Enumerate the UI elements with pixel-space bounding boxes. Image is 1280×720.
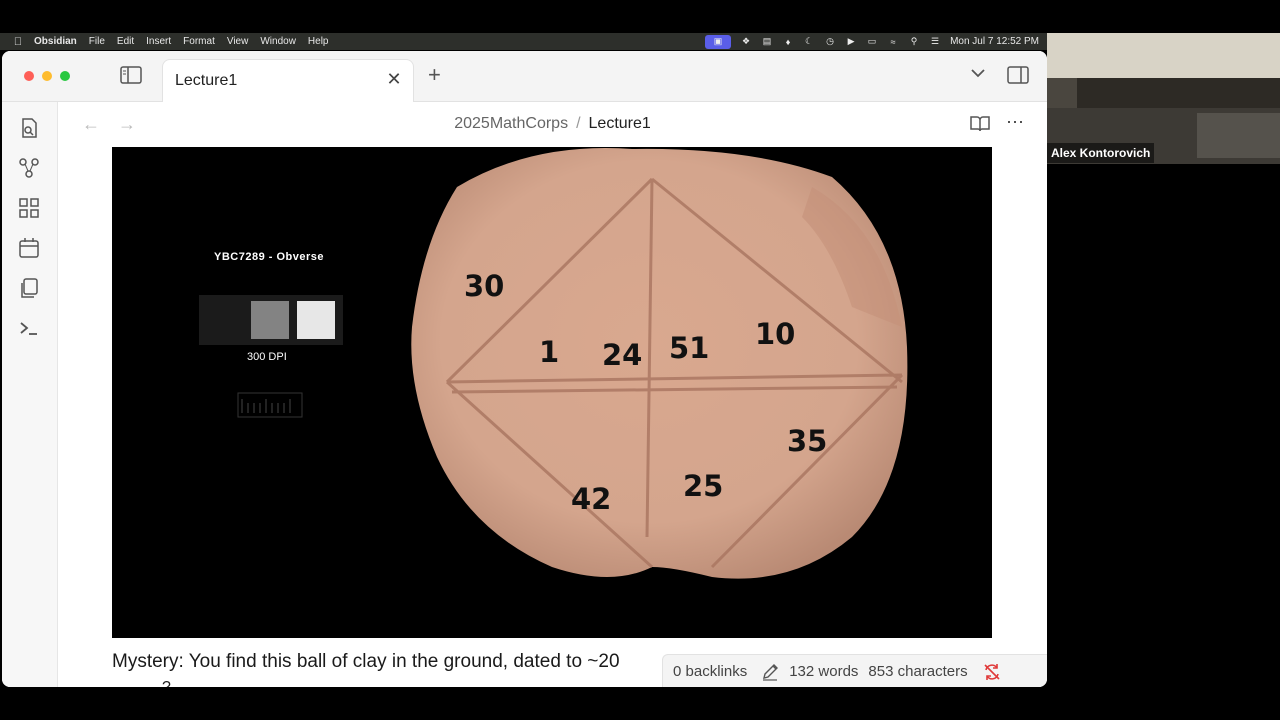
play-icon[interactable]: ▶ — [845, 36, 857, 47]
menu-clock[interactable]: Mon Jul 7 12:52 PM — [950, 36, 1039, 47]
menu-edit[interactable]: Edit — [117, 36, 134, 47]
gray-swatch — [251, 301, 289, 339]
clay-tablet-drawing — [237, 148, 908, 579]
pencil-icon[interactable] — [761, 663, 779, 681]
moon-icon[interactable]: ☾ — [803, 36, 815, 47]
menu-bar:  Obsidian File Edit Insert Format View … — [0, 33, 1047, 50]
control-center-icon[interactable]: ☰ — [929, 36, 941, 47]
wifi-icon[interactable]: ≈ — [887, 37, 899, 47]
apple-icon[interactable]:  — [8, 36, 28, 48]
menu-view[interactable]: View — [227, 36, 249, 47]
tab-title: Lecture1 — [175, 72, 238, 89]
view-header: ← → 2025MathCorps / Lecture1 ⋯ — [58, 102, 1047, 146]
close-tab-icon[interactable]: ✕ — [385, 70, 403, 88]
chevron-down-icon[interactable] — [970, 67, 986, 79]
character-count: 853 characters — [868, 663, 968, 680]
note-body-text[interactable]: Mystery: You find this ball of clay in t… — [112, 651, 620, 673]
tab-bar: Lecture1 ✕ + — [2, 51, 1047, 102]
breadcrumb: 2025MathCorps / Lecture1 — [58, 115, 1047, 133]
color-calibration-swatch — [199, 295, 343, 345]
more-options-icon[interactable]: ⋯ — [1006, 112, 1025, 133]
copy-files-icon[interactable] — [18, 277, 40, 299]
close-window-button[interactable] — [24, 71, 34, 81]
obsidian-window: Lecture1 ✕ + ← → 2025MathCorps / Lecture… — [2, 51, 1047, 687]
tablet-number-30: 30 — [464, 269, 505, 303]
time-machine-icon[interactable]: ◷ — [824, 36, 836, 47]
word-count: 132 words — [789, 663, 859, 680]
screen-share-icon[interactable]: ▣ — [705, 34, 732, 49]
menu-window[interactable]: Window — [260, 36, 296, 47]
new-tab-icon[interactable]: + — [428, 64, 441, 86]
calendar-icon[interactable] — [18, 237, 40, 259]
white-swatch — [297, 301, 335, 339]
app-status-icon[interactable]: ♦ — [782, 37, 794, 47]
breadcrumb-folder[interactable]: 2025MathCorps — [454, 115, 568, 132]
search-icon[interactable]: ⚲ — [908, 36, 920, 47]
reading-view-icon[interactable] — [970, 115, 990, 132]
battery-icon[interactable]: ▭ — [866, 36, 878, 47]
tablet-number-35: 35 — [787, 424, 828, 458]
menu-file[interactable]: File — [89, 36, 105, 47]
tablet-number-51: 51 — [669, 331, 710, 365]
zoom-window-button[interactable] — [60, 71, 70, 81]
terminal-icon[interactable] — [18, 317, 40, 339]
tablet-number-42: 42 — [571, 482, 612, 516]
dpi-label: 300 DPI — [247, 351, 287, 363]
file-search-icon[interactable] — [18, 117, 40, 139]
note-body-text-line2[interactable]: ? — [162, 679, 176, 687]
right-sidebar-toggle-icon[interactable] — [1007, 66, 1029, 84]
participant-name: Alex Kontorovich — [1047, 143, 1155, 163]
sync-error-icon[interactable] — [982, 662, 1002, 682]
graph-view-icon[interactable] — [18, 157, 40, 179]
image-caption-title: YBC7289 - Obverse — [214, 251, 324, 263]
minimize-window-button[interactable] — [42, 71, 52, 81]
display-icon[interactable]: ▤ — [761, 36, 773, 47]
menu-app-name[interactable]: Obsidian — [34, 36, 77, 47]
tablet-number-10: 10 — [755, 317, 796, 351]
status-bar: 0 backlinks 132 words 853 characters — [662, 654, 1047, 687]
tablet-number-24: 24 — [602, 338, 643, 372]
tablet-photo: YBC7289 - Obverse 300 DPI 30 1 24 51 10 … — [112, 147, 992, 638]
menu-insert[interactable]: Insert — [146, 36, 171, 47]
breadcrumb-file[interactable]: Lecture1 — [589, 115, 651, 132]
window-controls — [24, 71, 70, 81]
menu-format[interactable]: Format — [183, 36, 215, 47]
tablet-number-25: 25 — [683, 469, 724, 503]
backlinks-count[interactable]: 0 backlinks — [673, 663, 747, 680]
menu-help[interactable]: Help — [308, 36, 329, 47]
canvas-grid-icon[interactable] — [18, 197, 40, 219]
left-ribbon — [2, 102, 58, 687]
tablet-number-1: 1 — [539, 335, 560, 369]
breadcrumb-separator: / — [576, 115, 581, 132]
left-sidebar-toggle-icon[interactable] — [120, 66, 142, 84]
video-call-thumbnail[interactable]: Alex Kontorovich — [1047, 33, 1280, 164]
dropbox-icon[interactable]: ❖ — [740, 36, 752, 47]
tab-lecture1[interactable]: Lecture1 ✕ — [162, 59, 414, 102]
status-menu-icons: ▣ ❖ ▤ ♦ ☾ ◷ ▶ ▭ ≈ ⚲ ☰ Mon Jul 7 12:52 PM — [705, 34, 1047, 49]
